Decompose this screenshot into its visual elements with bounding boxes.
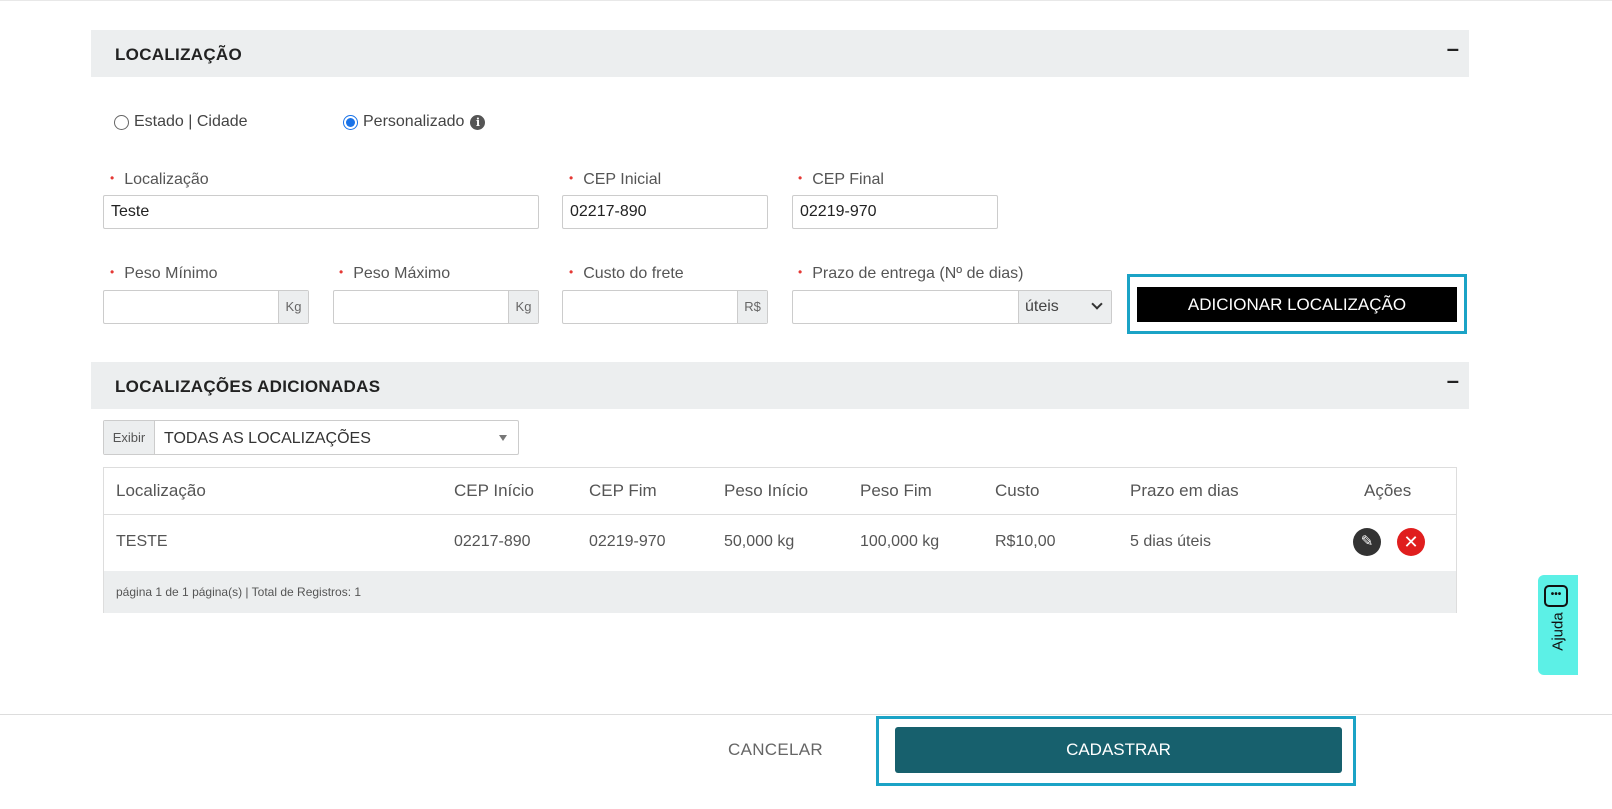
collapse-added-locations-icon[interactable]: –	[1447, 368, 1459, 394]
cep-end-input[interactable]: 02219-970	[792, 195, 998, 229]
header-cep-start: CEP Início	[454, 481, 535, 500]
submit-highlight: CADASTRAR	[876, 716, 1356, 786]
location-section-title: LOCALIZAÇÃO	[115, 45, 243, 64]
added-locations-section-header[interactable]: LOCALIZAÇÕES ADICIONADAS –	[91, 362, 1469, 409]
collapse-location-icon[interactable]: –	[1447, 36, 1459, 62]
cep-end-label: • CEP Final	[798, 171, 884, 188]
caret-down-icon	[499, 435, 507, 441]
required-marker: •	[798, 265, 803, 279]
shipping-cost-field[interactable]: R$	[562, 290, 768, 324]
help-label: Ajuda	[1549, 612, 1567, 651]
weight-min-field[interactable]: Kg	[103, 290, 309, 324]
weight-min-label: • Peso Mínimo	[110, 265, 218, 282]
filter-value-text: TODAS AS LOCALIZAÇÕES	[164, 430, 371, 447]
radio-custom-label: Personalizado	[363, 113, 465, 130]
delivery-unit-value: úteis	[1025, 298, 1059, 315]
radio-custom[interactable]: Personalizado i	[343, 113, 486, 131]
delete-icon[interactable]: ✕	[1397, 528, 1425, 556]
cell-cep-start: 02217-890	[454, 533, 531, 550]
required-marker: •	[110, 171, 115, 185]
required-marker: •	[110, 265, 115, 279]
add-location-button[interactable]: ADICIONAR LOCALIZAÇÃO	[1137, 287, 1457, 322]
required-marker: •	[569, 171, 574, 185]
edit-icon[interactable]: ✎	[1353, 528, 1381, 556]
radio-state-city-label: Estado | Cidade	[134, 113, 248, 130]
header-location: Localização	[116, 481, 206, 500]
header-cost: Custo	[995, 481, 1040, 500]
currency-unit: R$	[737, 291, 767, 323]
header-actions: Ações	[1364, 481, 1412, 500]
cell-weight-end: 100,000 kg	[860, 533, 940, 550]
weight-max-unit: Kg	[508, 291, 538, 323]
required-marker: •	[798, 171, 803, 185]
weight-max-input[interactable]	[334, 291, 508, 323]
radio-state-city-circle[interactable]	[114, 114, 129, 130]
delivery-unit-select[interactable]: úteis	[1018, 291, 1111, 323]
header-delivery-days: Prazo em dias	[1130, 481, 1239, 500]
cep-start-label: • CEP Inicial	[569, 171, 662, 188]
location-input[interactable]: Teste	[103, 195, 539, 229]
chat-icon: •••	[1544, 585, 1568, 607]
top-divider	[0, 0, 1612, 1]
required-marker: •	[339, 265, 344, 279]
shipping-cost-label: • Custo do frete	[569, 265, 684, 282]
submit-button[interactable]: CADASTRAR	[895, 727, 1342, 773]
cell-cost: R$10,00	[995, 533, 1056, 550]
locations-table: Localização CEP Início CEP Fim Peso Iníc…	[103, 467, 1457, 613]
added-locations-title: LOCALIZAÇÕES ADICIONADAS	[115, 377, 381, 396]
weight-max-label: • Peso Máximo	[339, 265, 451, 282]
chevron-down-icon	[1091, 298, 1103, 310]
radio-state-city[interactable]: Estado | Cidade	[114, 113, 248, 131]
cell-cep-end: 02219-970	[589, 533, 666, 550]
table-pagination: página 1 de 1 página(s) | Total de Regis…	[104, 571, 1456, 613]
filter-value[interactable]: TODAS AS LOCALIZAÇÕES	[155, 421, 518, 454]
weight-min-unit: Kg	[278, 291, 308, 323]
cell-delivery-days: 5 dias úteis	[1130, 533, 1211, 550]
header-weight-start: Peso Início	[724, 481, 809, 500]
radio-custom-circle[interactable]	[343, 114, 358, 130]
table-header: Localização CEP Início CEP Fim Peso Iníc…	[104, 468, 1456, 515]
cell-location: TESTE	[116, 533, 168, 550]
table-row: TESTE 02217-890 02219-970 50,000 kg 100,…	[104, 515, 1456, 571]
filter-prefix: Exibir	[104, 421, 155, 454]
add-location-highlight: ADICIONAR LOCALIZAÇÃO	[1127, 274, 1467, 334]
required-marker: •	[569, 265, 574, 279]
delivery-time-label: • Prazo de entrega (Nº de dias)	[798, 265, 1024, 282]
weight-min-input[interactable]	[104, 291, 278, 323]
location-section-header[interactable]: LOCALIZAÇÃO –	[91, 30, 1469, 77]
location-filter-select[interactable]: Exibir TODAS AS LOCALIZAÇÕES	[103, 420, 519, 455]
shipping-cost-input[interactable]	[563, 291, 737, 323]
page: LOCALIZAÇÃO – Estado | Cidade Personaliz…	[0, 0, 1612, 809]
header-weight-end: Peso Fim	[860, 481, 932, 500]
footer-divider	[0, 714, 1612, 715]
delivery-time-field[interactable]: úteis	[792, 290, 1112, 324]
location-label: • Localização	[110, 171, 209, 188]
help-tab[interactable]: ••• Ajuda	[1538, 575, 1578, 675]
cancel-button[interactable]: CANCELAR	[728, 740, 823, 760]
header-cep-end: CEP Fim	[589, 481, 657, 500]
weight-max-field[interactable]: Kg	[333, 290, 539, 324]
info-icon[interactable]: i	[470, 114, 486, 130]
delivery-time-input[interactable]	[793, 291, 1018, 323]
cep-start-input[interactable]: 02217-890	[562, 195, 768, 229]
cell-weight-start: 50,000 kg	[724, 533, 795, 550]
